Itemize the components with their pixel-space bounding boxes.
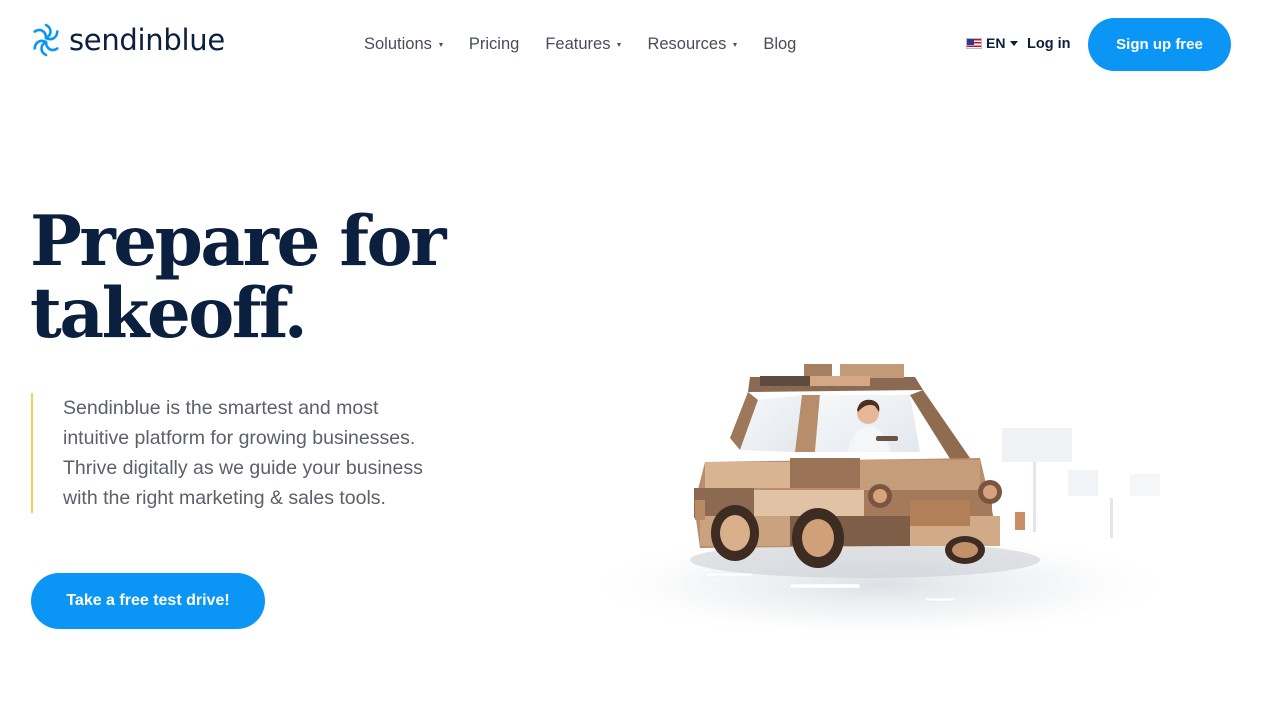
hero-description-line: Thrive digitally as we guide your busine… — [63, 457, 423, 479]
hero-description-line: intuitive platform for growing businesse… — [63, 427, 416, 449]
language-label: EN — [986, 35, 1006, 51]
site-header: sendinblue Solutions Pricing Features Re… — [0, 0, 1261, 90]
logo[interactable]: sendinblue — [30, 22, 225, 58]
caret-down-icon — [617, 42, 622, 47]
nav-features-label: Features — [545, 35, 611, 53]
nav-pricing[interactable]: Pricing — [469, 32, 519, 56]
test-drive-button[interactable]: Take a free test drive! — [31, 573, 265, 629]
hero-headline-line: Prepare for — [30, 201, 446, 282]
caret-down-icon — [1010, 41, 1019, 46]
nav-blog[interactable]: Blog — [763, 32, 796, 56]
nav-resources-label: Resources — [647, 35, 727, 53]
hero-description: Sendinblue is the smartest and most intu… — [63, 393, 483, 513]
hero-description-line: Sendinblue is the smartest and most — [63, 397, 379, 419]
wooden-toy-car-image — [590, 364, 1180, 640]
nav-blog-label: Blog — [763, 35, 797, 53]
signup-button[interactable]: Sign up free — [1088, 18, 1231, 71]
sendinblue-logo-icon — [33, 23, 59, 57]
logo-text: sendinblue — [69, 23, 225, 57]
nav-solutions-label: Solutions — [364, 35, 432, 53]
nav-features[interactable]: Features — [545, 32, 622, 56]
nav-solutions[interactable]: Solutions — [364, 32, 443, 56]
description-accent-bar — [31, 393, 33, 513]
us-flag-icon — [966, 37, 982, 49]
hero-headline-line: takeoff. — [30, 273, 308, 354]
caret-down-icon — [438, 42, 443, 47]
language-selector[interactable]: EN — [966, 35, 1019, 51]
nav-resources[interactable]: Resources — [647, 32, 738, 56]
hero-description-line: with the right marketing & sales tools. — [63, 487, 386, 509]
caret-down-icon — [733, 42, 738, 47]
hero-headline: Prepare for takeoff. — [30, 206, 550, 350]
main-nav: Solutions Pricing Features Resources Blo… — [364, 32, 822, 56]
nav-pricing-label: Pricing — [468, 35, 520, 53]
login-link[interactable]: Log in — [1027, 33, 1071, 55]
